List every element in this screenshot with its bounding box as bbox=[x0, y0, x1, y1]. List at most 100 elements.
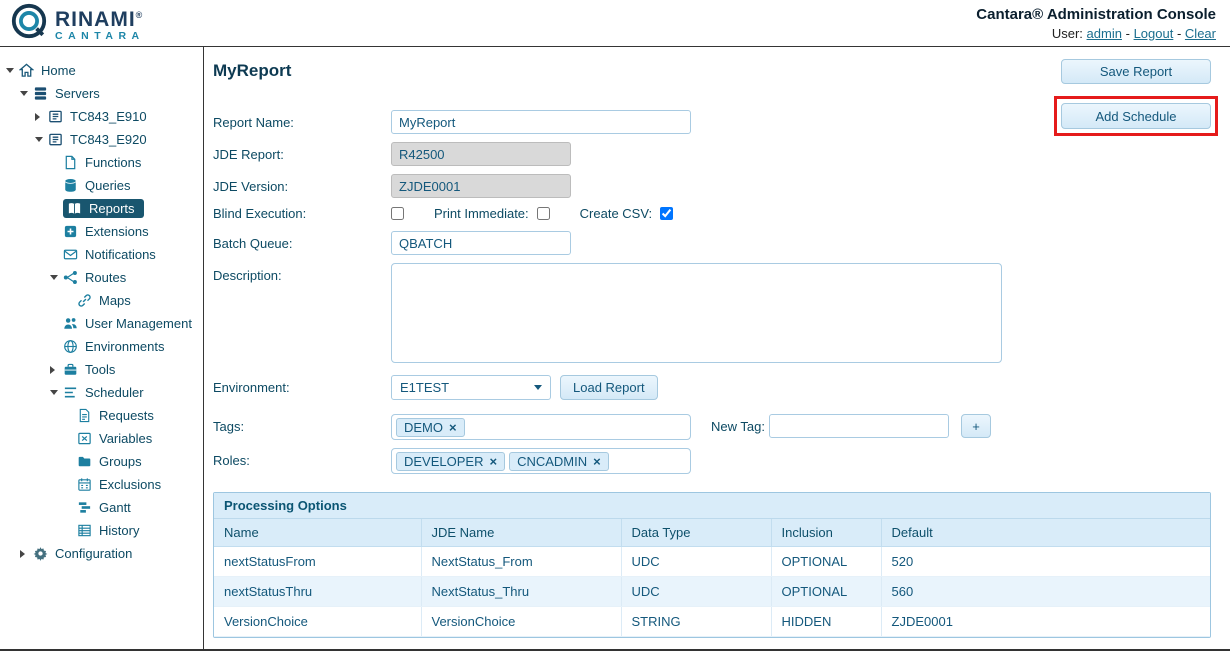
remove-tag-icon[interactable]: × bbox=[449, 420, 457, 435]
sidebar-item-label: TC843_E910 bbox=[70, 109, 147, 124]
sidebar-item-user-management[interactable]: User Management bbox=[0, 312, 203, 335]
sidebar-item-label: Requests bbox=[99, 408, 154, 423]
save-report-button[interactable]: Save Report bbox=[1061, 59, 1211, 84]
sidebar-item-home[interactable]: Home bbox=[0, 59, 203, 82]
sidebar-item-tools[interactable]: Tools bbox=[0, 358, 203, 381]
sidebar-item-groups[interactable]: Groups bbox=[0, 450, 203, 473]
sidebar-item-requests[interactable]: Requests bbox=[0, 404, 203, 427]
exclusions-icon bbox=[77, 477, 94, 492]
cell-name: nextStatusThru bbox=[214, 577, 421, 607]
sidebar-item-label: User Management bbox=[85, 316, 192, 331]
tag-chip: DEMO × bbox=[396, 418, 465, 437]
cell-data-type: STRING bbox=[621, 607, 771, 637]
new-tag-input[interactable] bbox=[769, 414, 949, 438]
expand-arrow-icon[interactable] bbox=[20, 91, 33, 96]
sidebar-item-label: Reports bbox=[89, 201, 135, 216]
report-detail-panel: MyReport Save Report Add Schedule Report… bbox=[204, 47, 1230, 649]
expand-arrow-icon[interactable] bbox=[50, 275, 63, 280]
clear-link[interactable]: Clear bbox=[1185, 26, 1216, 41]
cantara-logo-icon bbox=[10, 2, 48, 45]
sidebar-item-variables[interactable]: Variables bbox=[0, 427, 203, 450]
sidebar-item-tc843-e910[interactable]: TC843_E910 bbox=[0, 105, 203, 128]
description-textarea[interactable] bbox=[391, 263, 1002, 363]
sidebar-item-maps[interactable]: Maps bbox=[0, 289, 203, 312]
load-report-button[interactable]: Load Report bbox=[560, 375, 658, 400]
roles-label: Roles: bbox=[213, 448, 391, 468]
tags-input[interactable]: DEMO × bbox=[391, 414, 691, 440]
sidebar-item-notifications[interactable]: Notifications bbox=[0, 243, 203, 266]
role-chip: DEVELOPER × bbox=[396, 452, 505, 471]
jde-report-input bbox=[391, 142, 571, 166]
processing-options-panel: Processing Options Name JDE Name Data Ty… bbox=[213, 492, 1211, 638]
configuration-icon bbox=[33, 546, 50, 561]
brand-name: RINAMI® bbox=[55, 5, 145, 30]
routes-icon bbox=[63, 270, 80, 285]
cell-jde-name: VersionChoice bbox=[421, 607, 621, 637]
report-name-input[interactable] bbox=[391, 110, 691, 134]
sidebar-item-reports[interactable]: Reports bbox=[0, 197, 203, 220]
sidebar-item-scheduler[interactable]: Scheduler bbox=[0, 381, 203, 404]
print-immediate-checkbox[interactable] bbox=[537, 207, 550, 220]
expand-arrow-icon[interactable] bbox=[50, 390, 63, 395]
user-session-line: User: admin - Logout - Clear bbox=[976, 26, 1216, 41]
sidebar-item-exclusions[interactable]: Exclusions bbox=[0, 473, 203, 496]
remove-role-icon[interactable]: × bbox=[489, 454, 497, 469]
description-label: Description: bbox=[213, 263, 391, 283]
sidebar-item-extensions[interactable]: Extensions bbox=[0, 220, 203, 243]
add-schedule-button[interactable]: Add Schedule bbox=[1061, 103, 1211, 129]
logout-link[interactable]: Logout bbox=[1134, 26, 1174, 41]
sidebar-item-label: History bbox=[99, 523, 139, 538]
table-row[interactable]: VersionChoice VersionChoice STRING HIDDE… bbox=[214, 607, 1210, 637]
processing-options-title: Processing Options bbox=[214, 493, 1210, 519]
cantara-logo: RINAMI® CANTARA bbox=[10, 2, 145, 45]
sidebar-item-servers[interactable]: Servers bbox=[0, 82, 203, 105]
sidebar-item-environments[interactable]: Environments bbox=[0, 335, 203, 358]
queries-icon bbox=[63, 178, 80, 193]
environment-select[interactable]: E1TEST bbox=[391, 375, 551, 400]
add-tag-button[interactable]: + bbox=[961, 414, 991, 438]
cell-name: VersionChoice bbox=[214, 607, 421, 637]
cell-inclusion: OPTIONAL bbox=[771, 577, 881, 607]
blind-execution-checkbox[interactable] bbox=[391, 207, 404, 220]
sidebar-item-label: Queries bbox=[85, 178, 131, 193]
cell-data-type: UDC bbox=[621, 577, 771, 607]
server-icon bbox=[48, 132, 65, 147]
sidebar-item-routes[interactable]: Routes bbox=[0, 266, 203, 289]
environment-label: Environment: bbox=[213, 375, 391, 395]
maps-icon bbox=[77, 293, 94, 308]
cell-name: nextStatusFrom bbox=[214, 547, 421, 577]
cell-jde-name: NextStatus_From bbox=[421, 547, 621, 577]
sidebar-item-gantt[interactable]: Gantt bbox=[0, 496, 203, 519]
collapse-arrow-icon[interactable] bbox=[20, 550, 33, 558]
user-link[interactable]: admin bbox=[1087, 26, 1122, 41]
cell-inclusion: HIDDEN bbox=[771, 607, 881, 637]
sidebar-item-history[interactable]: History bbox=[0, 519, 203, 542]
column-header: Default bbox=[881, 519, 1210, 547]
sidebar-item-configuration[interactable]: Configuration bbox=[0, 542, 203, 565]
sidebar-item-queries[interactable]: Queries bbox=[0, 174, 203, 197]
blind-execution-label: Blind Execution: bbox=[213, 206, 391, 221]
remove-role-icon[interactable]: × bbox=[593, 454, 601, 469]
role-chip-label: CNCADMIN bbox=[517, 454, 587, 469]
table-row[interactable]: nextStatusFrom NextStatus_From UDC OPTIO… bbox=[214, 547, 1210, 577]
roles-input[interactable]: DEVELOPER × CNCADMIN × bbox=[391, 448, 691, 474]
sidebar-item-label: Functions bbox=[85, 155, 141, 170]
collapse-arrow-icon[interactable] bbox=[35, 113, 48, 121]
expand-arrow-icon[interactable] bbox=[35, 137, 48, 142]
create-csv-checkbox[interactable] bbox=[660, 207, 673, 220]
annotation-highlight-box: Add Schedule bbox=[1054, 96, 1218, 136]
table-row[interactable]: nextStatusThru NextStatus_Thru UDC OPTIO… bbox=[214, 577, 1210, 607]
environments-icon bbox=[63, 339, 80, 354]
registered-mark: ® bbox=[136, 10, 144, 20]
collapse-arrow-icon[interactable] bbox=[50, 366, 63, 374]
jde-version-input bbox=[391, 174, 571, 198]
sidebar-item-label: Scheduler bbox=[85, 385, 144, 400]
sidebar-item-tc843-e920[interactable]: TC843_E920 bbox=[0, 128, 203, 151]
batch-queue-input[interactable] bbox=[391, 231, 571, 255]
sidebar-item-label: Notifications bbox=[85, 247, 156, 262]
environment-selected-value: E1TEST bbox=[400, 380, 449, 395]
functions-icon bbox=[63, 155, 80, 170]
sidebar-item-functions[interactable]: Functions bbox=[0, 151, 203, 174]
column-header: Data Type bbox=[621, 519, 771, 547]
expand-arrow-icon[interactable] bbox=[6, 68, 19, 73]
